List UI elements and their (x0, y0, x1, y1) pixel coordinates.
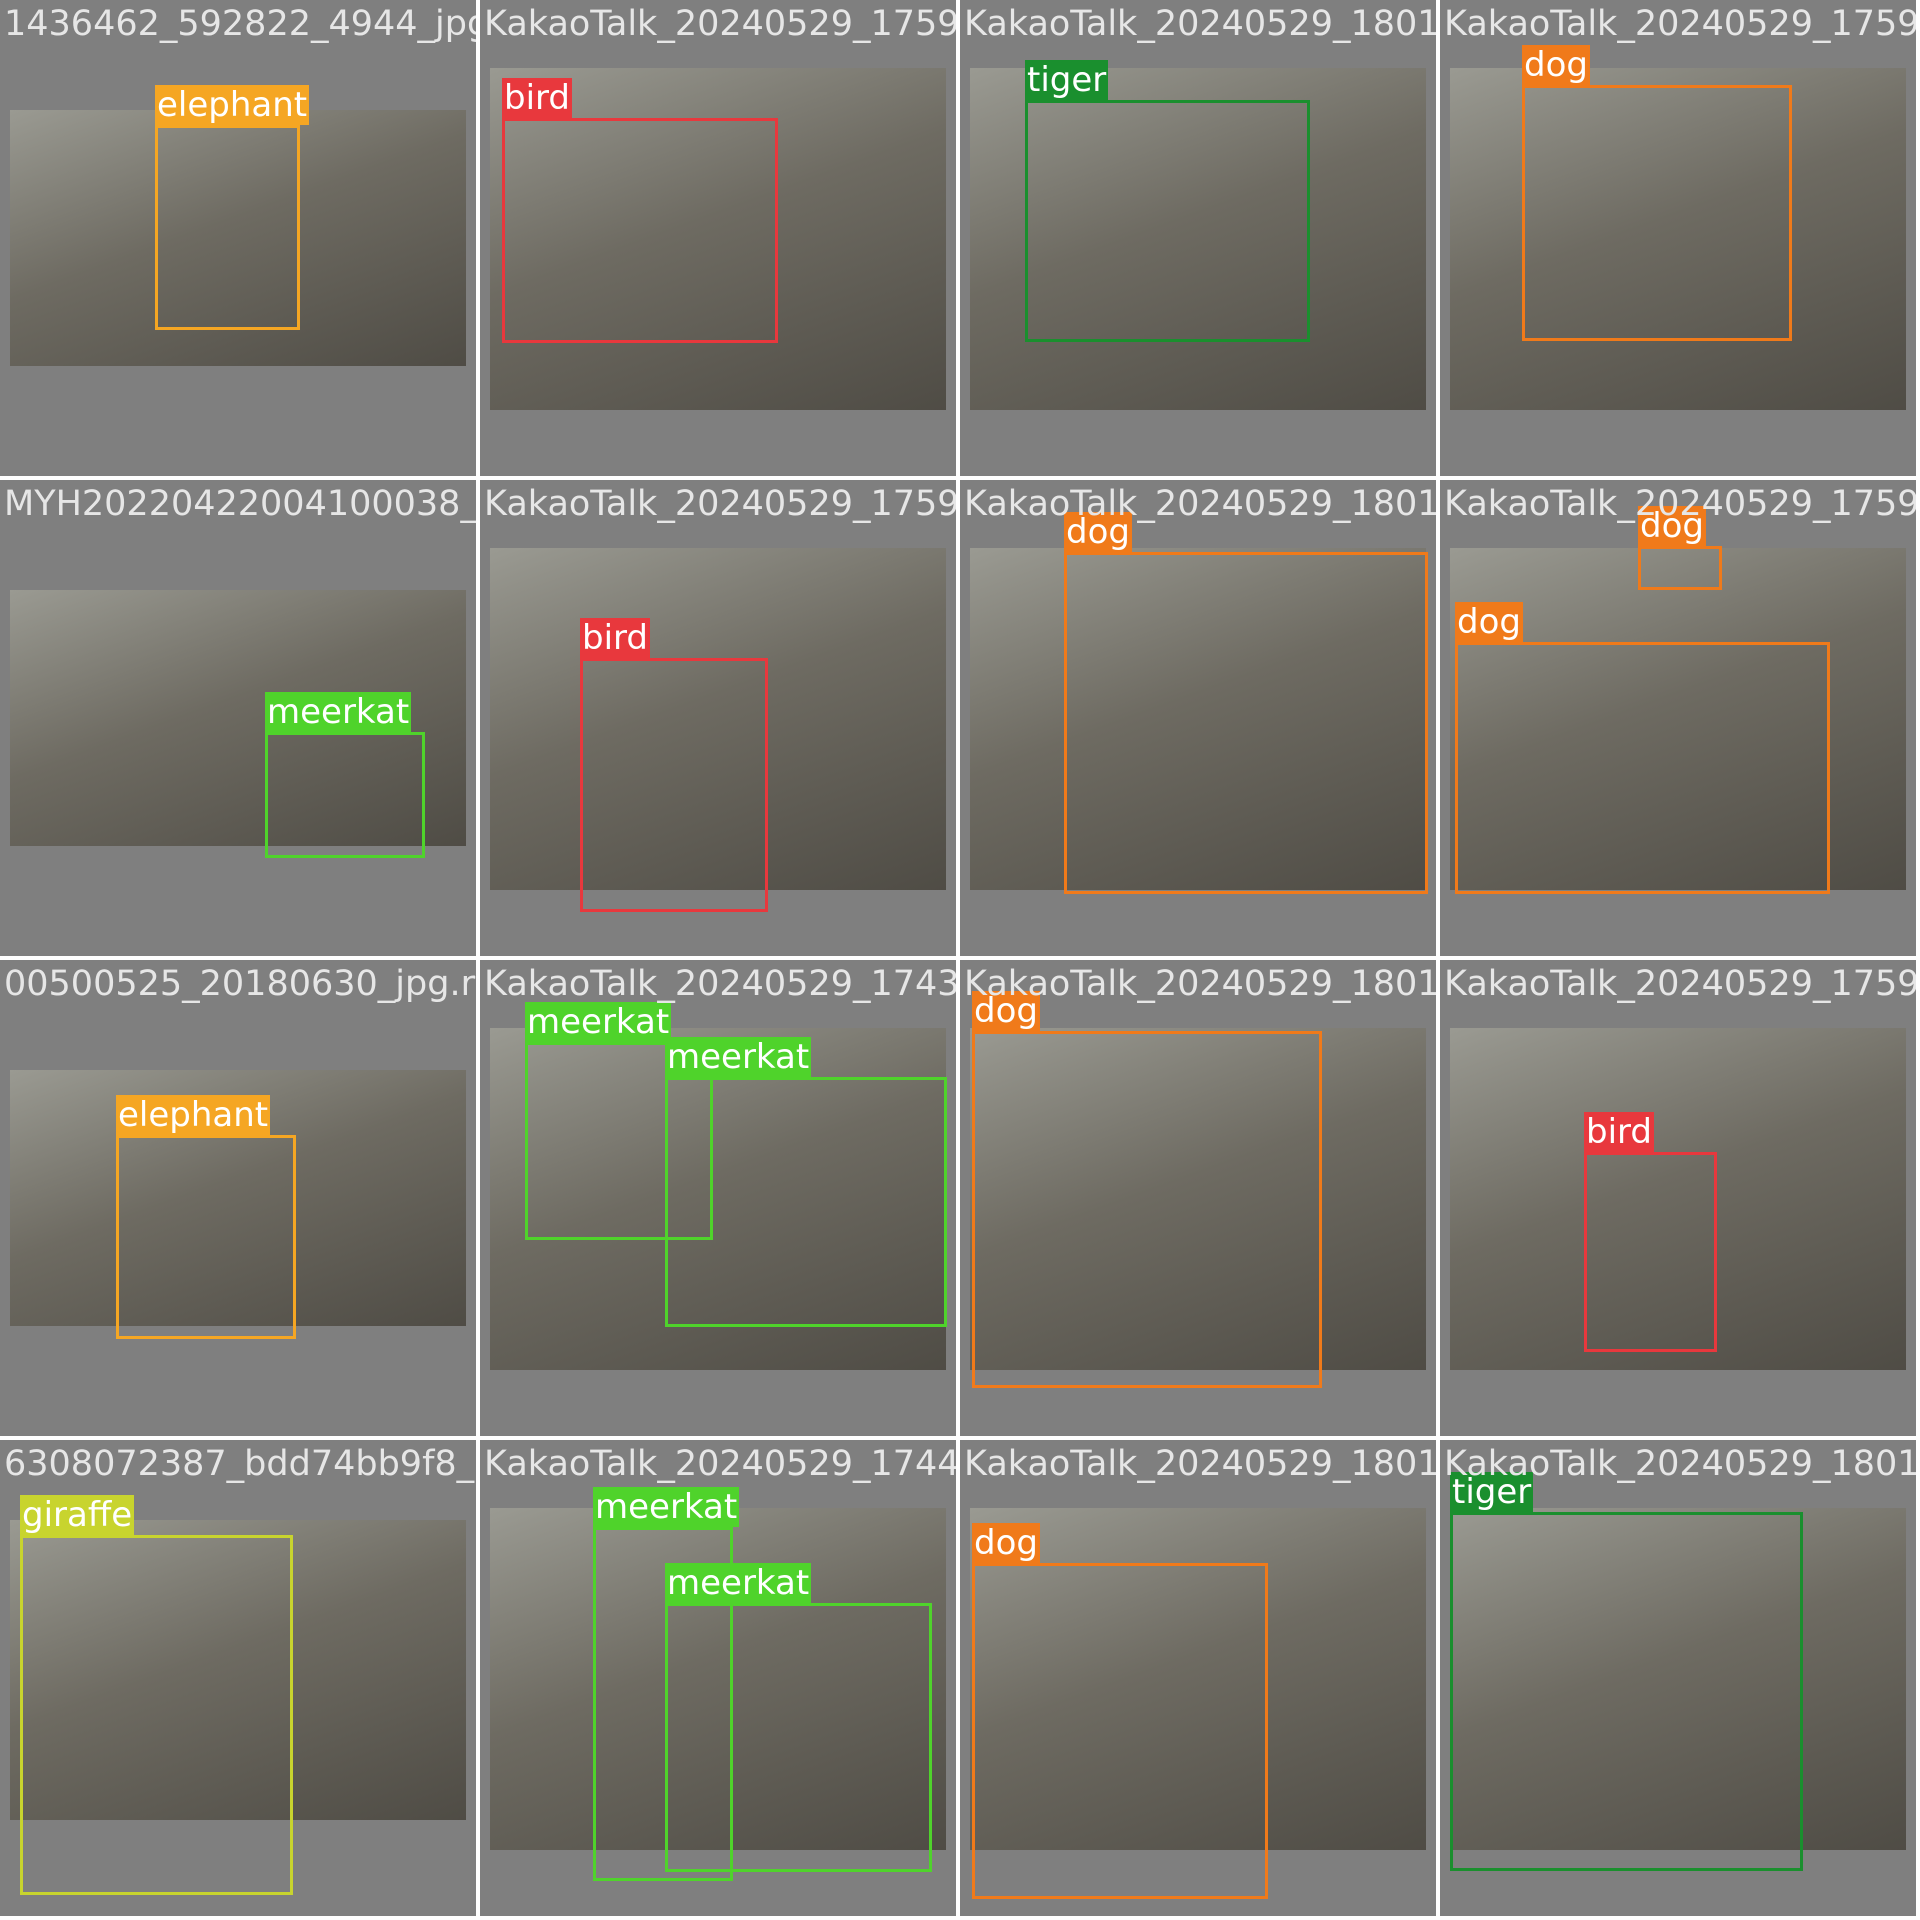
mosaic-tile: dog KakaoTalk_20240529_1801 (960, 1440, 1436, 1916)
detection-label: dog (1455, 602, 1523, 642)
detection-label: meerkat (665, 1563, 812, 1603)
detection-label: meerkat (525, 1002, 672, 1042)
image-filename-caption: KakaoTalk_20240529_1801 (964, 1444, 1436, 1484)
mosaic-tile: giraffe 6308072387_bdd74bb9f8_b_jpg.rf.6f… (0, 1440, 476, 1916)
mosaic-tile: elephant 1436462_592822_4944_jpg.rf.4c53 (0, 0, 476, 476)
detection-box (665, 1603, 932, 1872)
mosaic-tile: bird KakaoTalk_20240529_1759 (480, 0, 956, 476)
mosaic-tile: dog KakaoTalk_20240529_1801 (960, 480, 1436, 956)
detection-label: tiger (1025, 60, 1109, 100)
mosaic-tile: bird KakaoTalk_20240529_1759 (1440, 960, 1916, 1436)
image-filename-caption: 6308072387_bdd74bb9f8_b_jpg.rf.6f9 (4, 1444, 476, 1484)
detection-box (1455, 642, 1830, 894)
detection-box (155, 125, 300, 330)
detection-label: elephant (116, 1095, 271, 1135)
mosaic-tile: dog KakaoTalk_20240529_1759 (1440, 0, 1916, 476)
image-filename-caption: KakaoTalk_20240529_1801 (964, 484, 1436, 524)
image-filename-caption: KakaoTalk_20240529_1759 (484, 484, 956, 524)
mosaic-tile: meerkat MYH20220422004100038_jpg.rf.8f44e (0, 480, 476, 956)
image-filename-caption: KakaoTalk_20240529_1759 (1444, 964, 1916, 1004)
mosaic-tile: dog dog KakaoTalk_20240529_1759 (1440, 480, 1916, 956)
detection-box (116, 1135, 296, 1339)
detection-box (1450, 1512, 1803, 1871)
detection-box (1025, 100, 1310, 342)
detection-label: dog (1522, 45, 1590, 85)
image-filename-caption: KakaoTalk_20240529_1759 (1444, 484, 1916, 524)
detection-label: bird (1584, 1112, 1654, 1152)
image-filename-caption: 1436462_592822_4944_jpg.rf.4c53 (4, 4, 476, 44)
detection-box (20, 1535, 293, 1895)
detection-label: bird (580, 618, 650, 658)
detection-label: dog (972, 1523, 1040, 1563)
detection-mosaic-grid: elephant1436462_592822_4944_jpg.rf.4c53b… (0, 0, 1920, 1920)
mosaic-tile: meerkat meerkat KakaoTalk_20240529_1743 (480, 960, 956, 1436)
mosaic-tile: dog KakaoTalk_20240529_1801 (960, 960, 1436, 1436)
detection-label: meerkat (665, 1037, 812, 1077)
detection-box (580, 658, 768, 912)
detection-box (665, 1077, 947, 1327)
image-filename-caption: KakaoTalk_20240529_1801 (964, 4, 1436, 44)
detection-box (1522, 85, 1792, 341)
detection-box (1638, 546, 1722, 590)
detection-label: elephant (155, 85, 310, 125)
detection-box (265, 732, 425, 858)
detection-box (1064, 552, 1428, 894)
image-filename-caption: KakaoTalk_20240529_1801 (964, 964, 1436, 1004)
mosaic-tile: meerkat meerkat KakaoTalk_20240529_1744 (480, 1440, 956, 1916)
image-filename-caption: KakaoTalk_20240529_1744 (484, 1444, 956, 1484)
image-filename-caption: MYH20220422004100038_jpg.rf.8f44e (4, 484, 476, 524)
detection-box (502, 118, 778, 343)
image-filename-caption: KakaoTalk_20240529_1801 (1444, 1444, 1916, 1484)
mosaic-tile: elephant 00500525_20180630_jpg.rf.25522 (0, 960, 476, 1436)
detection-box (1584, 1152, 1717, 1352)
image-filename-caption: KakaoTalk_20240529_1759 (484, 4, 956, 44)
mosaic-tile: bird KakaoTalk_20240529_1759 (480, 480, 956, 956)
detection-label: meerkat (593, 1487, 740, 1527)
image-filename-caption: KakaoTalk_20240529_1759 (1444, 4, 1916, 44)
image-filename-caption: KakaoTalk_20240529_1743 (484, 964, 956, 1004)
mosaic-tile: tiger KakaoTalk_20240529_1801 (960, 0, 1436, 476)
detection-label: giraffe (20, 1495, 135, 1535)
detection-label: bird (502, 78, 572, 118)
detection-box (972, 1563, 1268, 1899)
mosaic-tile: tiger KakaoTalk_20240529_1801 (1440, 1440, 1916, 1916)
detection-label: meerkat (265, 692, 412, 732)
image-filename-caption: 00500525_20180630_jpg.rf.25522 (4, 964, 476, 1004)
detection-box (972, 1031, 1322, 1388)
